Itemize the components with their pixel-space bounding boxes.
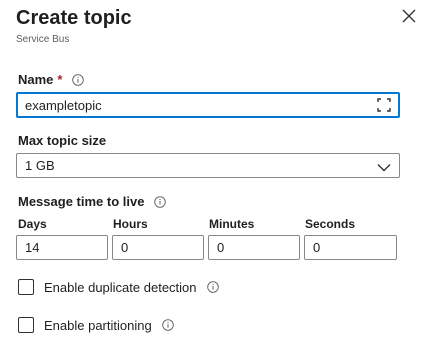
seconds-label: Seconds <box>305 217 356 231</box>
info-icon[interactable] <box>206 281 219 293</box>
input-helper-icon[interactable] <box>377 98 391 112</box>
name-label-row: Name * <box>18 72 85 87</box>
close-icon <box>402 9 416 23</box>
minutes-input[interactable]: 0 <box>208 235 300 260</box>
partitioning-row: Enable partitioning <box>44 317 174 333</box>
minutes-value: 0 <box>217 240 225 255</box>
info-icon[interactable] <box>72 73 85 86</box>
chevron-down-icon <box>377 164 391 172</box>
hours-value: 0 <box>121 240 129 255</box>
duplicate-detection-row: Enable duplicate detection <box>44 279 219 295</box>
hours-label: Hours <box>113 217 148 231</box>
name-label: Name <box>18 72 54 87</box>
partitioning-checkbox[interactable] <box>18 317 34 333</box>
panel-subtitle: Service Bus <box>16 34 70 45</box>
close-button[interactable] <box>400 7 418 25</box>
duplicate-detection-checkbox[interactable] <box>18 279 34 295</box>
partitioning-label[interactable]: Enable partitioning <box>44 318 152 333</box>
days-input[interactable]: 14 <box>16 235 108 260</box>
hours-input[interactable]: 0 <box>112 235 204 260</box>
days-label: Days <box>18 217 47 231</box>
info-icon[interactable] <box>154 195 167 208</box>
seconds-input[interactable]: 0 <box>304 235 397 260</box>
message-ttl-label: Message time to live <box>18 194 145 209</box>
panel-title: Create topic <box>16 7 132 29</box>
max-topic-size-value: 1 GB <box>25 158 55 173</box>
required-marker: * <box>57 72 63 87</box>
name-input[interactable]: exampletopic <box>16 92 400 118</box>
seconds-value: 0 <box>313 240 321 255</box>
max-topic-size-dropdown[interactable]: 1 GB <box>16 153 400 178</box>
minutes-label: Minutes <box>209 217 255 231</box>
duplicate-detection-label[interactable]: Enable duplicate detection <box>44 280 197 295</box>
name-input-value: exampletopic <box>25 97 102 113</box>
message-ttl-label-row: Message time to live <box>18 194 167 209</box>
info-icon[interactable] <box>161 319 174 331</box>
days-value: 14 <box>25 240 40 255</box>
max-topic-size-label: Max topic size <box>18 133 107 148</box>
